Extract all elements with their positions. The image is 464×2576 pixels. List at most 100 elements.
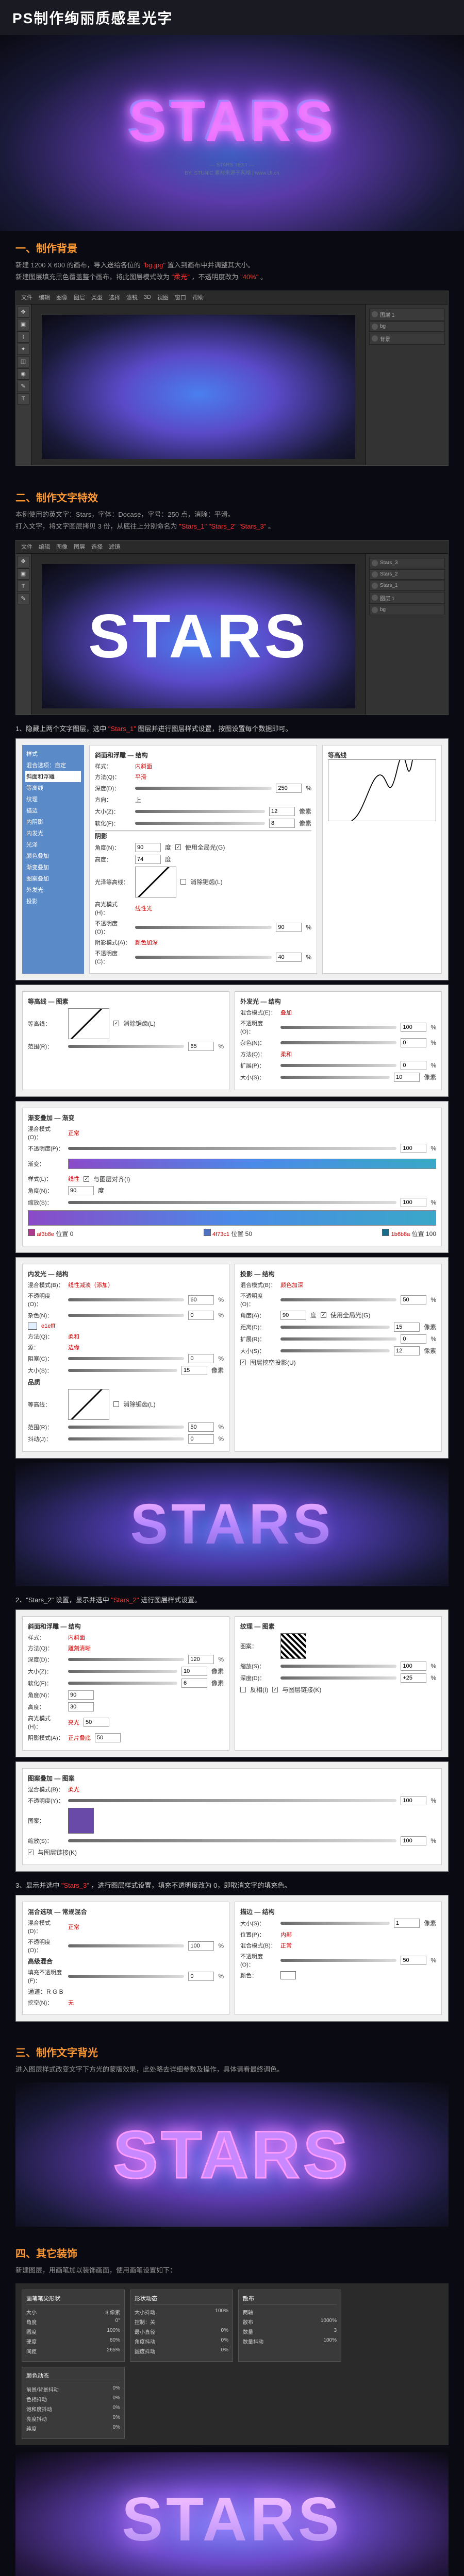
swatch-1[interactable] xyxy=(204,1229,211,1236)
tool-move[interactable]: ✥ xyxy=(17,307,29,318)
val[interactable]: 颜色加深 xyxy=(135,938,158,946)
slider[interactable] xyxy=(68,1658,184,1661)
val[interactable]: 边缘 xyxy=(68,1343,79,1351)
slider[interactable] xyxy=(280,1676,396,1680)
val[interactable]: 0% xyxy=(113,2425,120,2432)
val[interactable]: 亮光 xyxy=(68,1718,79,1726)
val[interactable]: 柔和 xyxy=(280,1050,292,1058)
layer-row[interactable]: 图层 1 xyxy=(369,309,445,320)
angle-input[interactable] xyxy=(280,1311,306,1320)
slider[interactable] xyxy=(68,1426,184,1429)
tool-move[interactable]: ✥ xyxy=(17,556,29,567)
menu-edit[interactable]: 编辑 xyxy=(39,293,50,301)
menu-3d[interactable]: 3D xyxy=(144,294,151,300)
swatch-2[interactable] xyxy=(382,1229,389,1236)
eye-icon[interactable] xyxy=(372,571,378,578)
anti-check[interactable] xyxy=(180,879,186,885)
val[interactable]: 3 xyxy=(334,2328,337,2335)
val[interactable]: 0% xyxy=(221,2328,228,2335)
eye-icon[interactable] xyxy=(372,607,378,613)
slider[interactable] xyxy=(280,1041,396,1044)
tool-brush[interactable]: ✎ xyxy=(17,381,29,392)
menu-view[interactable]: 视图 xyxy=(157,293,169,301)
alt-input[interactable] xyxy=(135,855,161,864)
slider[interactable] xyxy=(280,1076,390,1079)
val[interactable]: 正常 xyxy=(280,1941,292,1950)
val[interactable]: 0% xyxy=(113,2395,120,2403)
val[interactable]: 正常 xyxy=(68,1923,79,1931)
tool-crop[interactable]: ◫ xyxy=(17,356,29,367)
slider[interactable] xyxy=(68,1147,396,1150)
val[interactable]: 内斜面 xyxy=(135,762,152,770)
slider[interactable] xyxy=(68,1357,184,1360)
slider[interactable] xyxy=(135,926,272,929)
size-input[interactable] xyxy=(394,1346,420,1355)
slider[interactable] xyxy=(68,1437,184,1440)
val[interactable]: 1000% xyxy=(321,2318,337,2326)
range-input[interactable] xyxy=(188,1422,214,1432)
swatch-0[interactable] xyxy=(28,1229,35,1236)
slider[interactable] xyxy=(68,1314,184,1317)
val[interactable]: 265% xyxy=(107,2347,120,2355)
menu-file[interactable]: 文件 xyxy=(21,543,32,551)
val[interactable]: 柔和 xyxy=(68,1332,79,1341)
val[interactable]: 雕刻清晰 xyxy=(68,1644,91,1652)
slider[interactable] xyxy=(68,1298,184,1301)
val[interactable]: 0% xyxy=(221,2337,228,2345)
layer-row[interactable]: bg xyxy=(369,321,445,332)
style-item[interactable]: 描边 xyxy=(25,805,81,816)
tool-text[interactable]: T xyxy=(17,581,29,592)
jitter-input[interactable] xyxy=(188,1434,214,1444)
style-item[interactable]: 渐变叠加 xyxy=(25,861,81,873)
global-check[interactable] xyxy=(321,1312,326,1318)
op-input[interactable] xyxy=(401,1023,426,1032)
slider[interactable] xyxy=(135,956,272,959)
stop-2[interactable]: 1b6b8a 位置 100 xyxy=(382,1229,436,1238)
val[interactable]: 0% xyxy=(221,2347,228,2355)
op-input[interactable] xyxy=(401,1956,426,1965)
slider[interactable] xyxy=(280,1349,390,1352)
style-item[interactable]: 样式 xyxy=(25,748,81,759)
val[interactable]: 叠加 xyxy=(280,1008,292,1016)
tool-text[interactable]: T xyxy=(17,393,29,404)
contour-thumb[interactable] xyxy=(68,1008,109,1039)
val[interactable]: 柔光 xyxy=(68,1785,79,1793)
ig-color[interactable] xyxy=(28,1323,37,1330)
menu-image[interactable]: 图像 xyxy=(56,543,68,551)
slider[interactable] xyxy=(68,1975,184,1978)
color-swatch[interactable] xyxy=(280,1971,296,1979)
slider[interactable] xyxy=(280,1922,390,1925)
anti-check[interactable] xyxy=(113,1401,119,1407)
op-input[interactable] xyxy=(401,1144,426,1153)
size-input[interactable] xyxy=(181,1667,207,1676)
gloss-contour[interactable] xyxy=(135,867,176,897)
val[interactable]: 80% xyxy=(110,2337,120,2345)
style-item[interactable]: 颜色叠加 xyxy=(25,850,81,861)
style-item[interactable]: 光泽 xyxy=(25,839,81,850)
eye-icon[interactable] xyxy=(372,311,378,317)
tool-marquee[interactable]: ▣ xyxy=(17,319,29,330)
layer-row[interactable]: Stars_3 xyxy=(369,558,445,568)
global-check[interactable] xyxy=(175,844,181,850)
slider[interactable] xyxy=(280,1959,396,1962)
menu-file[interactable]: 文件 xyxy=(21,293,32,301)
eye-icon[interactable] xyxy=(372,335,378,342)
slider[interactable] xyxy=(68,1944,184,1947)
style-item[interactable]: 混合选项：自定 xyxy=(25,759,81,771)
menu-edit[interactable]: 编辑 xyxy=(39,543,50,551)
val[interactable]: 3 像素 xyxy=(106,2308,120,2316)
size-input[interactable] xyxy=(394,1073,420,1082)
link-check[interactable] xyxy=(28,1850,34,1855)
op-input[interactable] xyxy=(401,1796,426,1805)
stop-1[interactable]: 4f73c1 位置 50 xyxy=(204,1229,252,1238)
val[interactable]: 线性光 xyxy=(135,904,152,912)
knockout-check[interactable] xyxy=(240,1360,246,1365)
op-input[interactable] xyxy=(188,1941,214,1951)
slider[interactable] xyxy=(280,1298,396,1301)
val[interactable]: 线性减淡（添加） xyxy=(68,1281,113,1289)
slider[interactable] xyxy=(280,1326,390,1329)
pattern-thumb[interactable] xyxy=(280,1633,306,1659)
val[interactable]: 颜色加深 xyxy=(280,1281,303,1289)
menu-select[interactable]: 选择 xyxy=(109,293,120,301)
slider[interactable] xyxy=(68,1799,396,1802)
